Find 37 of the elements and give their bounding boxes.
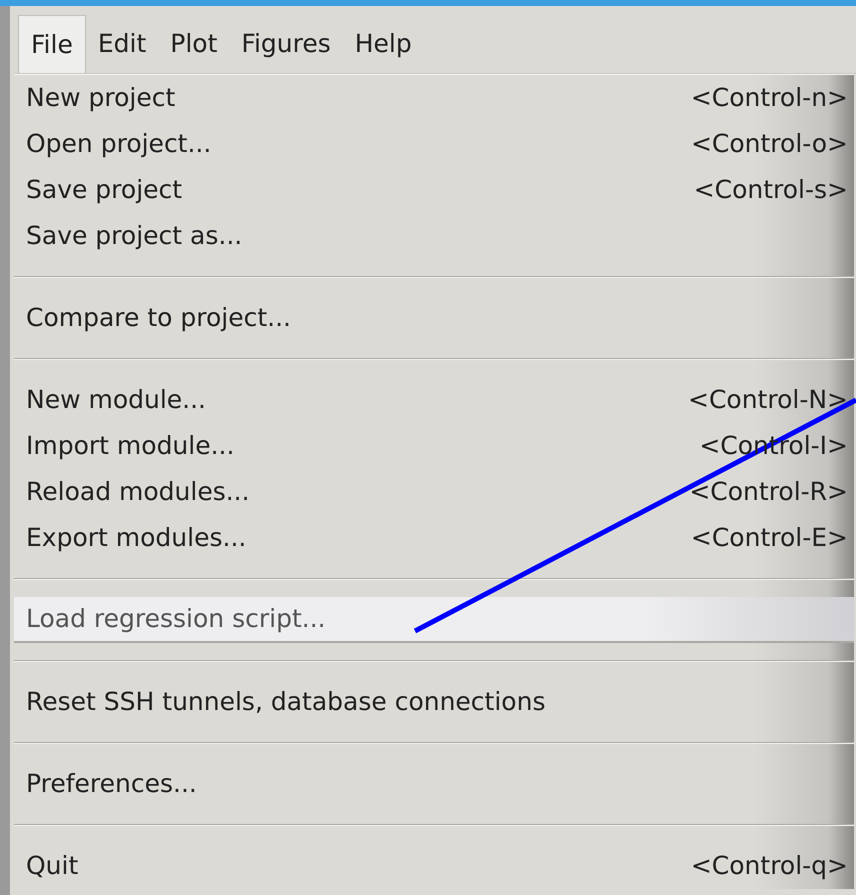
menu-item-label: Quit [26, 850, 78, 882]
menu-item[interactable]: Save project <Control-s> [14, 167, 854, 213]
menu-item[interactable]: Open project... <Control-o> [14, 121, 854, 167]
menu-item[interactable]: Preferences... [14, 761, 854, 807]
shortcut-label: <Control-n> [690, 82, 848, 114]
menu-item[interactable]: Reload modules... <Control-R> [14, 469, 854, 515]
menu-item[interactable]: Reset SSH tunnels, database connections [14, 679, 854, 725]
shortcut-label: <Control-q> [690, 850, 848, 882]
menu-item-label: Save project [26, 174, 182, 206]
shortcut-label: <Control-N> [688, 384, 848, 416]
menu-item-label: Reload modules... [26, 476, 250, 508]
menu-bar-item[interactable]: Edit [86, 15, 158, 73]
menu-item-label: Export modules... [26, 522, 246, 554]
menu-item[interactable]: Load regression script... [14, 597, 854, 643]
menu-item[interactable]: Save project as... [14, 213, 854, 259]
menu-item-label: Preferences... [26, 768, 197, 800]
menu-bar-item[interactable]: Help [342, 15, 424, 73]
shortcut-label: <Control-o> [690, 128, 848, 160]
menu-item-label: Open project... [26, 128, 212, 160]
menu-item-label: Compare to project... [26, 302, 292, 334]
menu-item-label: New project [26, 82, 176, 114]
menu-item[interactable]: Export modules... <Control-E> [14, 515, 854, 561]
shortcut-label: <Control-E> [690, 522, 848, 554]
menu-item-label: New module... [26, 384, 206, 416]
menu-item-label: Load regression script... [26, 603, 326, 636]
menu-item[interactable]: New project <Control-n> [14, 75, 854, 121]
menu-bar-item[interactable]: File [18, 15, 86, 73]
menu-bar-item[interactable]: Figures [229, 15, 343, 73]
shortcut-label: <Control-R> [689, 476, 848, 508]
menu-item-label: Import module... [26, 430, 234, 462]
menu-bar-item[interactable]: Plot [158, 15, 230, 73]
menu-item-label: Save project as... [26, 220, 242, 252]
shortcut-label: <Control-s> [694, 174, 848, 206]
menu-item[interactable]: Quit <Control-q> [14, 843, 854, 889]
menu-item-label: Reset SSH tunnels, database connections [26, 686, 546, 718]
menu-item[interactable]: New module... <Control-N> [14, 377, 854, 423]
menu-item[interactable]: Compare to project... [14, 295, 854, 341]
